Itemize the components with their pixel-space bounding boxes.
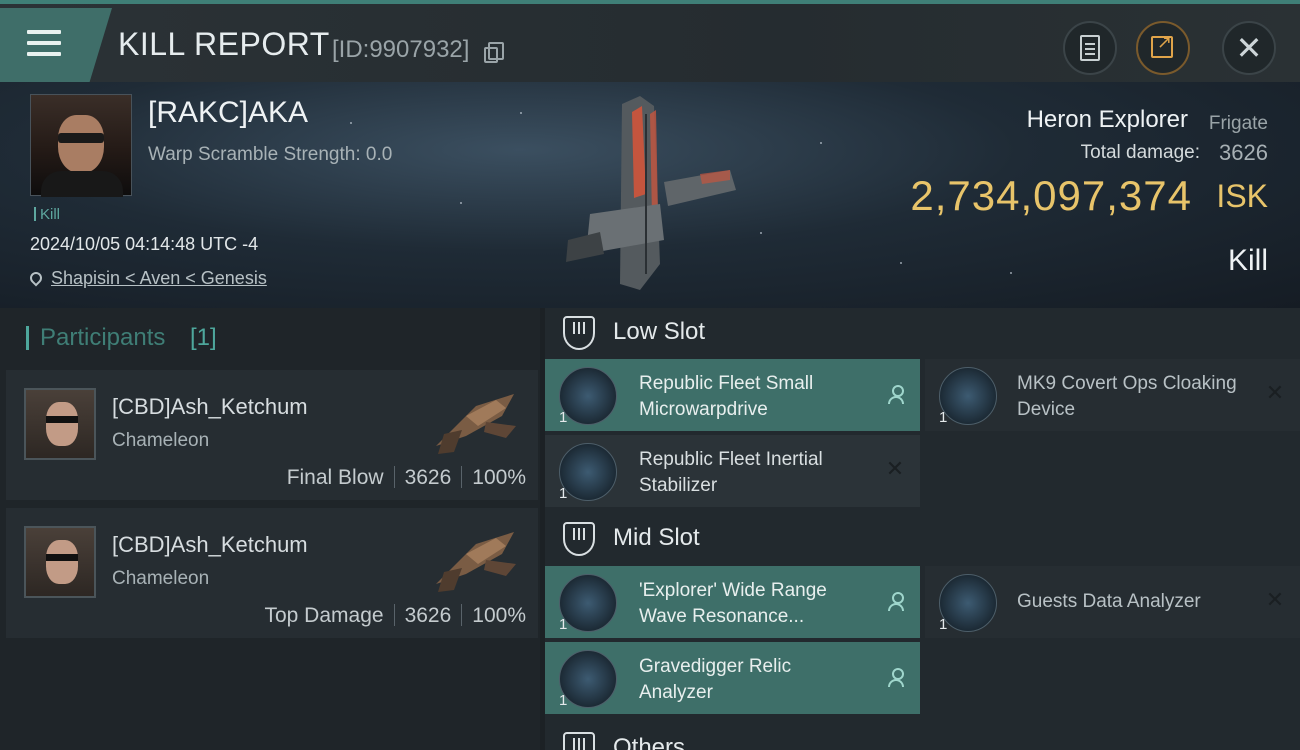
close-button[interactable]: ✕ (1222, 21, 1276, 75)
kill-tag: Kill (34, 206, 60, 223)
mid-slot-icon (563, 522, 595, 556)
participant-damage: 3626 (404, 466, 452, 489)
low-slot-icon (563, 316, 595, 350)
location-pin-icon (27, 269, 45, 287)
participant-stats: Top Damage 3626 100% (264, 604, 526, 628)
microwarpdrive-icon (559, 367, 617, 425)
others-header: Others (545, 724, 1300, 750)
module-name: Republic Fleet Inertial Stabilizer (639, 449, 823, 496)
participant-avatar[interactable] (24, 526, 96, 598)
location-link[interactable]: Shapisin < Aven < Genesis (27, 268, 267, 289)
isk-unit: ISK (1216, 178, 1268, 214)
participant-ship: Chameleon (112, 568, 210, 589)
mid-slot-header: Mid Slot (545, 514, 1300, 564)
participants-count: [1] (190, 324, 217, 351)
others-icon (563, 732, 595, 750)
menu-button[interactable] (0, 8, 112, 82)
victim-panel: [RAKC]AKA Warp Scramble Strength: 0.0 Ki… (0, 82, 1300, 308)
module-item[interactable]: 1 Republic Fleet Inertial Stabilizer ✕ (545, 435, 920, 507)
participants-header: Participants [1] (6, 322, 534, 372)
participant-percent: 100% (472, 466, 526, 489)
close-icon: ✕ (1265, 588, 1285, 613)
participants-panel: Participants [1] [CBD]Ash_Ketchum Chamel… (0, 308, 540, 750)
participant-damage: 3626 (404, 604, 452, 627)
module-item[interactable]: 1 'Explorer' Wide Range Wave Resonance..… (545, 566, 920, 638)
data-analyzer-icon (939, 574, 997, 632)
close-icon: ✕ (1235, 29, 1263, 67)
participant-role: Top Damage (264, 604, 384, 627)
participant-name[interactable]: [CBD]Ash_Ketchum (112, 532, 308, 558)
kill-id: [ID:9907932] (332, 36, 470, 63)
participants-title: Participants (40, 324, 166, 351)
participant-ship-icon[interactable] (426, 524, 522, 596)
module-name: Guests Data Analyzer (1017, 591, 1201, 612)
victim-ship-class: Frigate (1208, 113, 1268, 134)
kill-result: Kill (1227, 244, 1268, 277)
inertial-stabilizer-icon (559, 443, 617, 501)
copy-icon[interactable] (484, 42, 504, 63)
clipboard-icon (1080, 35, 1100, 61)
page-title: KILL REPORT (118, 26, 330, 62)
module-item[interactable]: 1 Republic Fleet Small Microwarpdrive (545, 359, 920, 431)
total-damage-value: 3626 (1219, 140, 1268, 165)
victim-avatar[interactable] (30, 94, 132, 197)
clipboard-button[interactable] (1063, 21, 1117, 75)
module-name: 'Explorer' Wide Range Wave Resonance... (639, 580, 827, 627)
fitting-panel: Low Slot 1 Republic Fleet Small Microwar… (545, 308, 1300, 750)
close-icon: ✕ (1265, 381, 1285, 406)
participant-percent: 100% (472, 604, 526, 627)
module-item[interactable]: 1 MK9 Covert Ops Cloaking Device ✕ (925, 359, 1300, 431)
person-icon (888, 592, 904, 612)
victim-ship-name[interactable]: Heron Explorer (1027, 106, 1188, 134)
share-icon (1151, 32, 1173, 58)
isk-value: 2,734,097,374 (910, 172, 1192, 219)
participant-name[interactable]: [CBD]Ash_Ketchum (112, 394, 308, 420)
total-damage-label: Total damage: (1080, 142, 1200, 163)
module-item[interactable]: 1 Gravedigger Relic Analyzer (545, 642, 920, 714)
module-name: Gravedigger Relic Analyzer (639, 656, 792, 703)
victim-name[interactable]: [RAKC]AKA (148, 96, 308, 130)
participant-card[interactable]: [CBD]Ash_Ketchum Chameleon Final Blow 362… (6, 370, 538, 500)
low-slot-header: Low Slot (545, 308, 1300, 358)
participant-stats: Final Blow 3626 100% (287, 466, 526, 490)
share-button[interactable] (1136, 21, 1190, 75)
participant-role: Final Blow (286, 466, 384, 489)
participant-card[interactable]: [CBD]Ash_Ketchum Chameleon Top Damage 362… (6, 508, 538, 638)
relic-analyzer-icon (559, 650, 617, 708)
participant-ship-icon[interactable] (426, 386, 522, 458)
kill-timestamp: 2024/10/05 04:14:48 UTC -4 (30, 234, 259, 254)
participant-avatar[interactable] (24, 388, 96, 460)
participant-ship: Chameleon (112, 430, 210, 451)
person-icon (888, 385, 904, 405)
scanner-icon (559, 574, 617, 632)
warp-scramble-text: Warp Scramble Strength: 0.0 (148, 144, 393, 165)
cloaking-device-icon (939, 367, 997, 425)
person-icon (888, 668, 904, 688)
module-item[interactable]: 1 Guests Data Analyzer ✕ (925, 566, 1300, 638)
module-name: MK9 Covert Ops Cloaking Device (1017, 373, 1237, 420)
module-name: Republic Fleet Small Microwarpdrive (639, 373, 814, 420)
menu-icon (27, 30, 61, 34)
close-icon: ✕ (885, 457, 905, 482)
header-bar: KILL REPORT [ID:9907932] ✕ (0, 0, 1300, 82)
victim-ship-image[interactable] (560, 94, 740, 294)
